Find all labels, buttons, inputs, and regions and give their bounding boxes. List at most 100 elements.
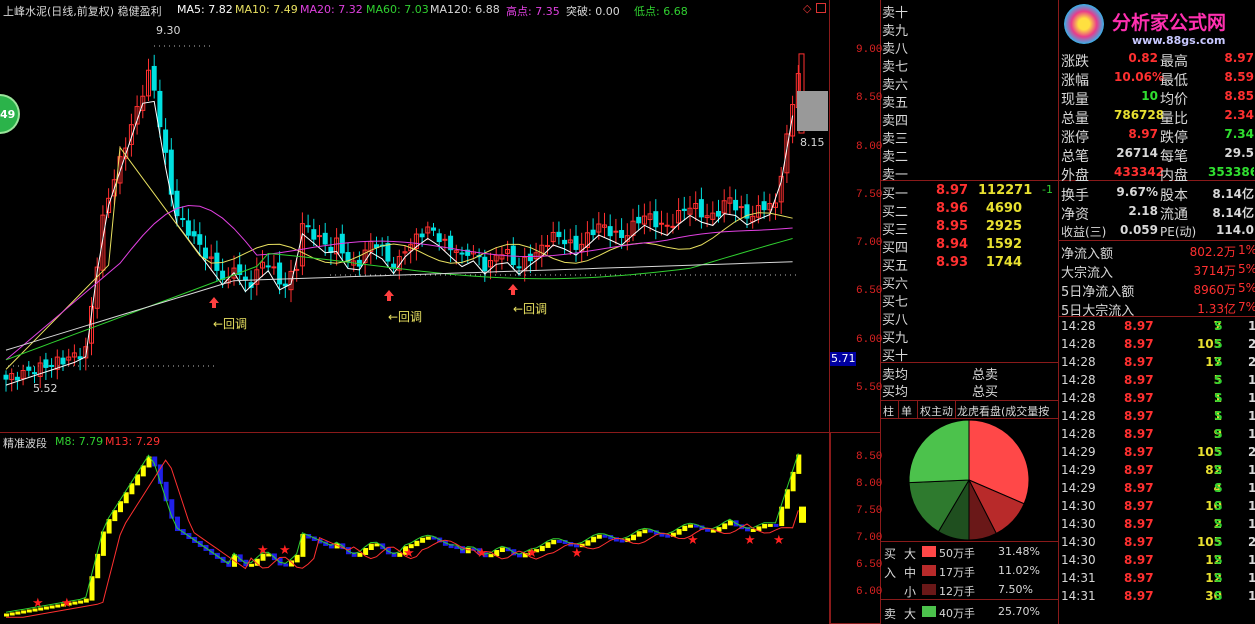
- tick-price: 8.97: [1124, 463, 1154, 477]
- tick-time: 14:28: [1061, 427, 1096, 441]
- tick-count: 1: [1248, 553, 1255, 567]
- tick-row[interactable]: 14:28 8.97 5 S 1: [1060, 372, 1255, 390]
- ma-line: [5, 261, 793, 351]
- candle: [3, 374, 9, 380]
- tab-active[interactable]: 权主动: [920, 403, 953, 418]
- tick-side: S: [1214, 427, 1223, 441]
- band-chart[interactable]: ★ ★ ★ ★ ★ ★ ★ ★ ★ ★ ★: [0, 432, 830, 624]
- legend-swatch: [922, 606, 936, 617]
- divider: [1058, 0, 1059, 624]
- candle: [482, 256, 488, 272]
- star-icon: ★: [526, 546, 538, 561]
- band-bar: [78, 600, 84, 604]
- order-volume: 1592: [985, 237, 1022, 252]
- tick-time: 14:28: [1061, 355, 1096, 369]
- flow-pct: 7%: [1238, 300, 1255, 314]
- tick-time: 14:29: [1061, 445, 1096, 459]
- tick-count: 1: [1248, 517, 1255, 531]
- tick-side: S: [1214, 409, 1223, 423]
- tick-row[interactable]: 14:28 8.97 9 S 1: [1060, 426, 1255, 444]
- tick-time: 14:30: [1061, 553, 1096, 567]
- candle: [214, 252, 220, 271]
- tab-bar[interactable]: 柱: [883, 403, 894, 418]
- band-bar: [368, 543, 374, 551]
- tick-count: 1: [1248, 463, 1255, 477]
- tick-time: 14:31: [1061, 571, 1096, 585]
- quote-label: 涨跌: [1061, 54, 1089, 70]
- tick-row[interactable]: 14:29 8.97 4 S 1: [1060, 480, 1255, 498]
- quote-value: 8.97: [1128, 127, 1158, 141]
- quote-row: 总笔 26714 每笔 29.5: [1060, 145, 1255, 165]
- candle: [157, 90, 163, 128]
- pullback-annotation: ←回调: [213, 317, 248, 331]
- y-tick-label: 5.50: [856, 381, 883, 394]
- band-bar: [15, 611, 21, 615]
- y-tick-label: 8.50: [856, 92, 883, 105]
- order-sell-row: 卖一: [882, 163, 1058, 183]
- tick-row[interactable]: 14:28 8.97 105 S 2: [1060, 336, 1255, 354]
- tick-time: 14:30: [1061, 535, 1096, 549]
- tick-price: 8.97: [1124, 589, 1154, 603]
- tick-row[interactable]: 14:30 8.97 2 S 1: [1060, 516, 1255, 534]
- tick-side: S: [1214, 535, 1223, 549]
- tick-row[interactable]: 14:31 8.97 12 S 1: [1060, 570, 1255, 588]
- up-arrow-icon: [508, 284, 518, 295]
- order-sell-row: 卖三: [882, 127, 1058, 147]
- tick-count: 1: [1248, 499, 1255, 513]
- order-buy-row: 买九: [882, 326, 1058, 346]
- candle: [659, 222, 664, 225]
- quote-value: 2.34: [1224, 108, 1254, 122]
- band-bar: [357, 552, 363, 557]
- tick-side: S: [1214, 373, 1223, 387]
- tick-price: 8.97: [1124, 409, 1154, 423]
- tick-row[interactable]: 14:30 8.97 12 S 1: [1060, 552, 1255, 570]
- logo-url: www.88gs.com: [1132, 34, 1226, 47]
- tick-row[interactable]: 14:31 8.97 30 S 1: [1060, 588, 1255, 606]
- candle: [180, 218, 186, 221]
- quote-value: 114.0: [1216, 223, 1254, 237]
- quote-label: 收益(三): [1061, 225, 1107, 239]
- band-bar: [283, 563, 289, 567]
- tick-row[interactable]: 14:28 8.97 1 S 1: [1060, 408, 1255, 426]
- candle: [271, 266, 277, 269]
- kline-chart[interactable]: [0, 0, 830, 432]
- tick-row[interactable]: 14:29 8.97 82 S 1: [1060, 462, 1255, 480]
- quote-row: 总量 786728 量比 2.34: [1060, 107, 1255, 127]
- quote-row: 外盘 433342 内盘 353386: [1060, 164, 1255, 184]
- m13-line: [6, 459, 799, 618]
- tick-row[interactable]: 14:28 8.97 17 S 2: [1060, 354, 1255, 372]
- quote-label: PE(动): [1160, 225, 1197, 239]
- tick-price: 8.97: [1124, 391, 1154, 405]
- flow-value: 1.33亿: [1197, 302, 1236, 316]
- legend-size: 中: [904, 566, 917, 580]
- tick-row[interactable]: 14:28 8.97 1 S 1: [1060, 390, 1255, 408]
- tick-row[interactable]: 14:30 8.97 105 S 2: [1060, 534, 1255, 552]
- star-icon: ★: [61, 596, 73, 611]
- candle: [527, 253, 533, 262]
- tick-row[interactable]: 14:29 8.97 105 S 2: [1060, 444, 1255, 462]
- candle: [49, 364, 55, 367]
- order-volume: 2925: [985, 219, 1022, 234]
- quote-label: 每笔: [1160, 149, 1188, 165]
- pie-slice: [908, 419, 970, 484]
- tick-time: 14:28: [1061, 337, 1096, 351]
- flow-value: 8960万: [1193, 283, 1236, 297]
- flow-pie-chart[interactable]: [880, 418, 1058, 541]
- tick-count: 1: [1248, 409, 1255, 423]
- tick-time: 14:28: [1061, 409, 1096, 423]
- band-bar: [585, 540, 591, 546]
- tab-dragon-tiger[interactable]: 龙虎看盘(成交量按: [957, 403, 1049, 418]
- candle: [14, 376, 20, 381]
- tick-row[interactable]: 14:28 8.97 7 S 1: [1060, 318, 1255, 336]
- flow-pct: 1%: [1238, 243, 1255, 257]
- pullback-annotation: ←回调: [388, 310, 423, 324]
- tab-single[interactable]: 单: [901, 403, 912, 418]
- tick-row[interactable]: 14:30 8.97 10 S 1: [1060, 498, 1255, 516]
- quote-label: 股本: [1160, 188, 1188, 204]
- band-bar: [545, 542, 551, 548]
- tick-price: 8.97: [1124, 337, 1154, 351]
- quote-label: 流通: [1160, 207, 1188, 223]
- star-icon: ★: [403, 546, 415, 561]
- candle: [761, 201, 767, 211]
- candle: [681, 208, 687, 211]
